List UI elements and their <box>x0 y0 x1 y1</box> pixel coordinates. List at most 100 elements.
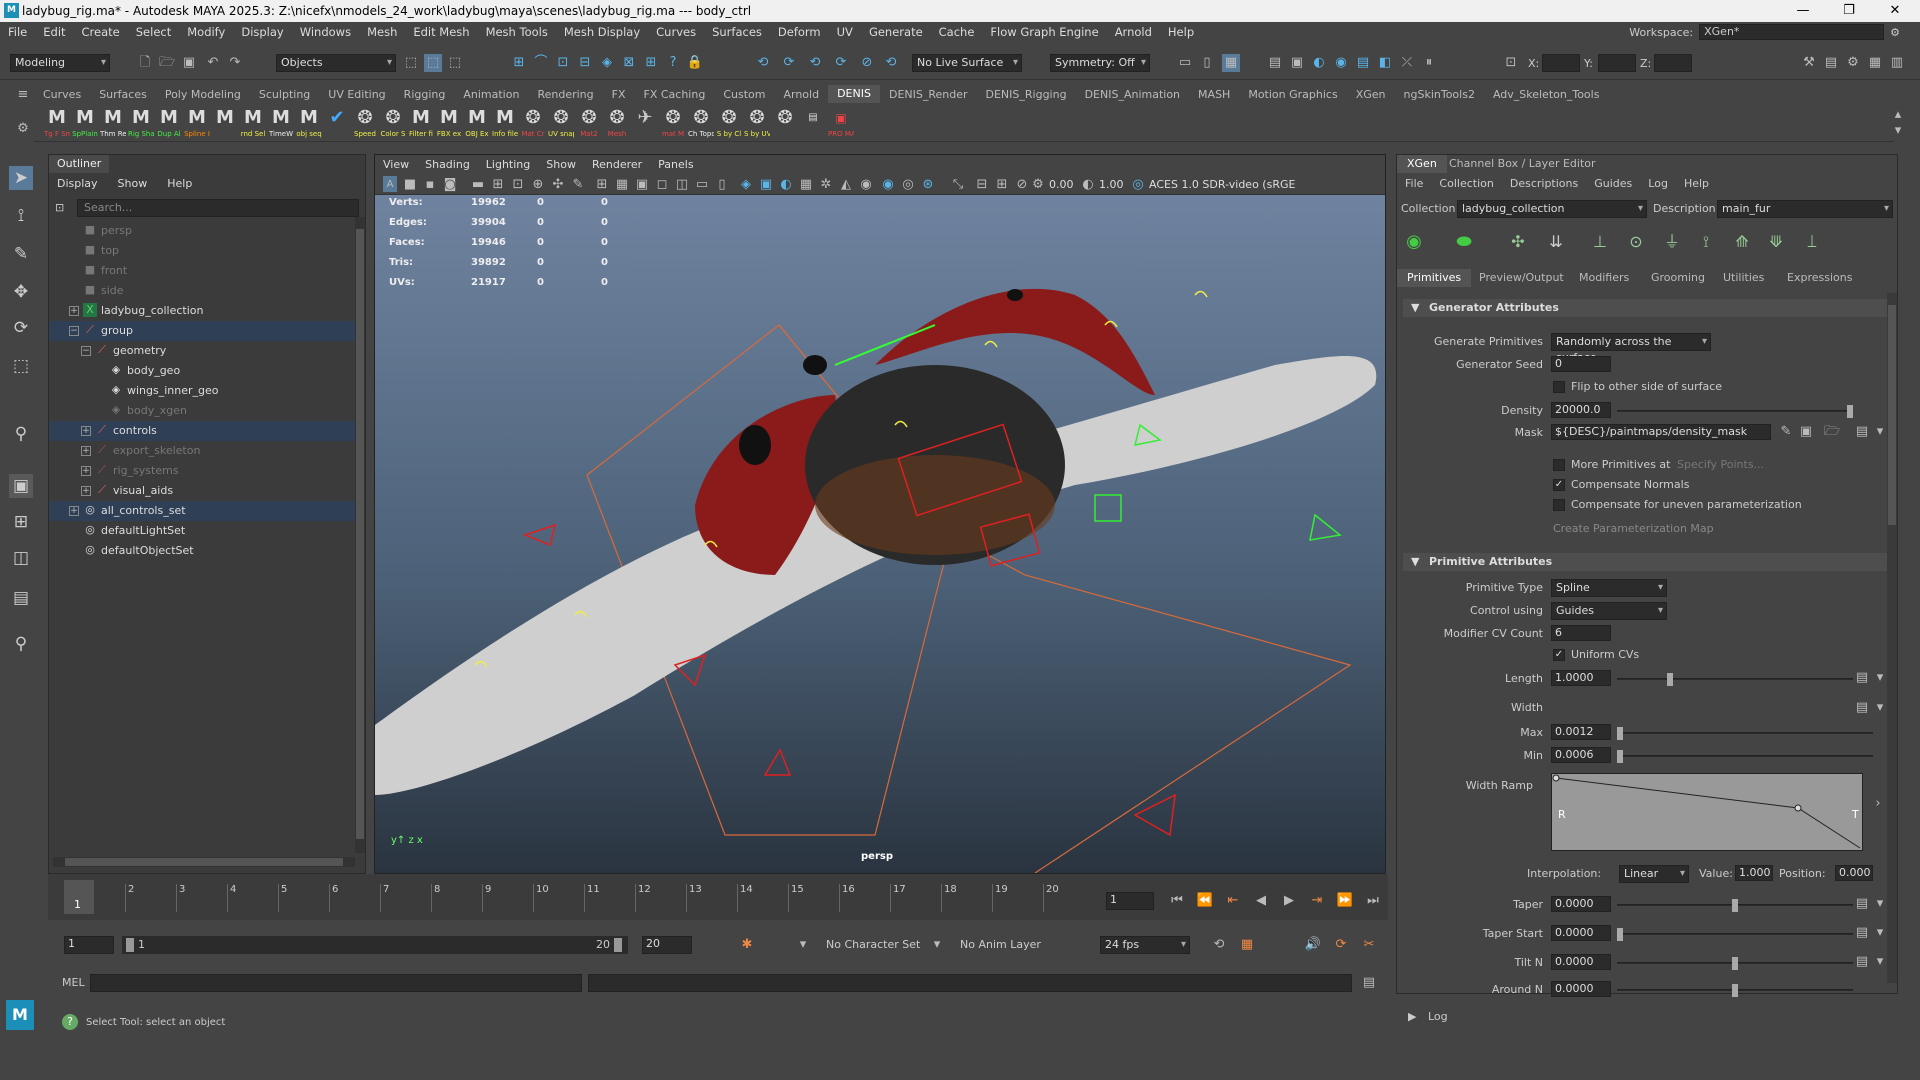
specify-points-field[interactable]: Specify Points... <box>1677 457 1764 473</box>
create-parameterization-map-button[interactable]: Create Parameterization Map <box>1553 521 1714 537</box>
xgen-log-panel[interactable]: ▶ Log <box>1396 1006 1898 1028</box>
subtab-primitives[interactable]: Primitives <box>1397 269 1472 287</box>
xgen-menu-guides[interactable]: Guides <box>1586 175 1640 193</box>
soft-select-icon[interactable]: ⚲ <box>9 422 33 446</box>
menu-surfaces[interactable]: Surfaces <box>704 25 770 39</box>
menu-mesh-display[interactable]: Mesh Display <box>556 25 648 39</box>
shelf-tab[interactable]: Sculpting <box>250 88 319 101</box>
slider-thumb[interactable] <box>1732 957 1738 970</box>
expand-icon[interactable]: + <box>81 426 91 436</box>
step-back-frame-icon[interactable]: ⇤ <box>1224 892 1242 910</box>
generator-section-header[interactable]: ▼ Generator Attributes <box>1403 299 1887 317</box>
shelf-button[interactable]: Mrnd Sel <box>240 106 266 140</box>
density-field[interactable]: 20000.0 <box>1551 402 1611 418</box>
slider-thumb[interactable] <box>1667 673 1673 686</box>
mel-input[interactable] <box>90 974 582 992</box>
start-time-field[interactable]: 1 <box>64 936 114 954</box>
image-plane-icon[interactable]: ◙ <box>441 176 459 194</box>
menu-generate[interactable]: Generate <box>861 25 931 39</box>
loop-icon[interactable]: ⟲ <box>1210 936 1228 954</box>
resolution-gate-icon[interactable]: ⊞ <box>489 176 507 194</box>
shelf-button[interactable]: M SpPlain <box>72 106 98 140</box>
expand-icon[interactable]: + <box>69 506 79 516</box>
four-view-icon[interactable]: ⊞ <box>9 510 33 534</box>
color-space-dropdown[interactable]: ACES 1.0 SDR-video (sRGE <box>1149 178 1295 191</box>
script-editor-icon[interactable]: ▤ <box>1360 974 1378 992</box>
shelf-tab[interactable]: Arnold <box>774 88 828 101</box>
xray-components-icon[interactable]: ◭ <box>837 176 855 194</box>
shelf-button[interactable]: ❂ Mat2 <box>576 106 602 140</box>
smooth-shade-icon[interactable]: ▣ <box>633 176 651 194</box>
list-item[interactable]: ◈ body_geo <box>49 361 355 381</box>
view-mode-icon[interactable]: ▭ <box>1176 54 1194 72</box>
two-view-icon[interactable]: ◫ <box>9 546 33 570</box>
shelf-button[interactable]: ❂ S by UV <box>744 106 770 140</box>
shelf-button[interactable]: M Dup Al <box>156 106 182 140</box>
selection-mode-dropdown[interactable]: Objects <box>276 54 396 72</box>
scale-tool-icon[interactable]: ⬚ <box>9 354 33 378</box>
anim-prefs-icon[interactable]: ✂ <box>1360 936 1378 954</box>
minimize-icon[interactable]: — <box>1780 0 1826 22</box>
step-back-key-icon[interactable]: ⏪ <box>1196 892 1214 910</box>
viewport-menu-renderer[interactable]: Renderer <box>584 155 650 175</box>
snap-view-icon[interactable]: ⊟ <box>576 54 594 72</box>
subtab-expressions[interactable]: Expressions <box>1777 269 1862 287</box>
menu-mesh[interactable]: Mesh <box>359 25 405 39</box>
shelf-button[interactable]: M Rig Sha <box>128 106 154 140</box>
menu-file[interactable]: File <box>0 25 35 39</box>
character-set[interactable]: No Character Set <box>826 937 920 953</box>
generate-primitives-dropdown[interactable]: Randomly across the surface <box>1551 333 1711 364</box>
viewport-menu-lighting[interactable]: Lighting <box>478 155 538 175</box>
width-min-slider[interactable] <box>1617 750 1873 763</box>
snap-grid-icon[interactable]: ⊞ <box>510 54 528 72</box>
lights-icon[interactable]: ▭ <box>693 176 711 194</box>
anti-alias-icon[interactable]: ▣ <box>757 176 775 194</box>
outliner-layout-icon[interactable]: ▤ <box>9 586 33 610</box>
shelf-button[interactable]: M TimeW <box>268 106 294 140</box>
xgen-menu-descriptions[interactable]: Descriptions <box>1502 175 1586 193</box>
frame-all-icon[interactable]: ⊟ <box>973 176 991 194</box>
shelf-tab[interactable]: Adv_Skeleton_Tools <box>1484 88 1609 101</box>
list-item[interactable]: + ◎ all_controls_set <box>49 501 355 521</box>
width-min-field[interactable]: 0.0006 <box>1551 747 1611 763</box>
cache-icon[interactable]: ▦ <box>1238 936 1256 954</box>
step-forward-frame-icon[interactable]: ⇥ <box>1308 892 1326 910</box>
snap-center-icon[interactable]: ⊞ <box>642 54 660 72</box>
shelf-tab[interactable]: ngSkinTools2 <box>1395 88 1484 101</box>
shelf-tab[interactable]: UV Editing <box>319 88 394 101</box>
subtab-utilities[interactable]: Utilities <box>1713 269 1774 287</box>
select-camera-icon[interactable]: ⤡ <box>949 176 967 194</box>
shelf-button[interactable]: ❂ Color S <box>380 106 406 140</box>
shelf-button[interactable]: ✈ <box>632 106 658 140</box>
char-set-dropdown-icon[interactable]: ▾ <box>794 936 812 954</box>
y-field[interactable] <box>1598 54 1636 72</box>
viewport-menu-shading[interactable]: Shading <box>417 155 478 175</box>
expand-icon[interactable]: + <box>81 446 91 456</box>
subtab-modifiers[interactable]: Modifiers <box>1569 269 1639 287</box>
near-clip-value[interactable]: 0.00 <box>1049 178 1074 191</box>
shelf-button[interactable]: M Filter fi <box>408 106 434 140</box>
collapse-icon[interactable]: − <box>69 326 79 336</box>
shelf-button[interactable]: M Tg F Sm <box>44 106 70 140</box>
primitive-type-dropdown[interactable]: Spline <box>1551 579 1667 597</box>
viewport-scene[interactable]: Verts: 19962 0 0 Edges: 39904 0 0 Faces: 19946 0… <box>375 195 1385 873</box>
shelf-button[interactable]: ❂UV snap <box>548 106 574 140</box>
list-item[interactable]: ◎ defaultObjectSet <box>49 541 355 561</box>
generator-seed-field[interactable]: 0 <box>1551 356 1611 372</box>
interpolation-dropdown[interactable]: Linear <box>1619 865 1689 883</box>
menu-select[interactable]: Select <box>128 25 179 39</box>
shelf-button[interactable]: ▤ <box>800 106 826 140</box>
shelf-button[interactable]: M FBX ex <box>436 106 462 140</box>
xgen-menu-log[interactable]: Log <box>1640 175 1676 193</box>
outliner-tab[interactable]: Outliner <box>49 155 110 173</box>
expression-icon[interactable]: ▤ <box>1853 669 1871 687</box>
ramp-value-field[interactable]: 1.000 <box>1735 865 1773 881</box>
pause-icon[interactable]: ⏸ <box>1420 54 1438 72</box>
end-time-field[interactable]: 20 <box>642 936 692 954</box>
slider-thumb[interactable] <box>1732 899 1738 912</box>
menu-set-dropdown[interactable]: Modeling <box>10 54 110 72</box>
tool-settings-icon[interactable]: ⚙ <box>1844 54 1862 72</box>
snap-point-icon[interactable]: ⊡ <box>554 54 572 72</box>
shelf-tab[interactable]: Rendering <box>528 88 602 101</box>
shelf-button[interactable]: ❂ Speed <box>352 106 378 140</box>
